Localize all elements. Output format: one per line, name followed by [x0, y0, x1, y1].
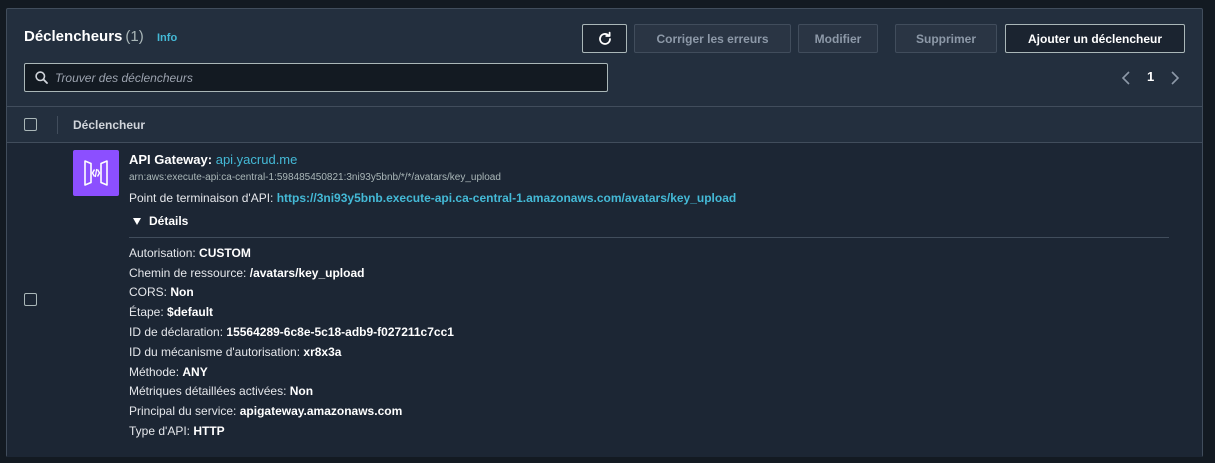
- column-divider: [57, 116, 58, 134]
- detail-label: Type d'API:: [129, 424, 190, 438]
- trigger-title: API Gateway: api.yacrud.me: [129, 152, 297, 167]
- detail-stage: Étape: $default: [129, 305, 213, 319]
- chevron-right-icon: [1171, 71, 1180, 85]
- detail-cors: CORS: Non: [129, 285, 194, 299]
- detail-value: Non: [289, 384, 314, 398]
- endpoint-line: Point de terminaison d'API: https://3ni9…: [129, 191, 736, 205]
- details-label: Détails: [149, 214, 189, 228]
- detail-resource-path: Chemin de ressource: /avatars/key_upload: [129, 266, 364, 280]
- detail-value: Non: [170, 285, 194, 299]
- detail-authorizer-id: ID du mécanisme d'autorisation: xr8x3a: [129, 345, 341, 359]
- details-divider: [129, 237, 1169, 238]
- detail-value: xr8x3a: [303, 345, 342, 359]
- details-toggle[interactable]: Détails: [133, 214, 188, 228]
- edit-button[interactable]: Modifier: [798, 24, 878, 53]
- trigger-arn: arn:aws:execute-api:ca-central-1:5984854…: [129, 172, 501, 183]
- search-box: [24, 63, 608, 92]
- detail-label: ID de déclaration:: [129, 325, 224, 339]
- next-page-button[interactable]: [1170, 69, 1180, 87]
- detail-api-type: Type d'API: HTTP: [129, 424, 225, 438]
- endpoint-url-link[interactable]: https://3ni93y5bnb.execute-api.ca-centra…: [277, 191, 737, 205]
- detail-statement-id: ID de déclaration: 15564289-6c8e-5c18-ad…: [129, 325, 454, 339]
- api-gateway-icon: [73, 150, 119, 196]
- detail-value: HTTP: [193, 424, 225, 438]
- caret-down-icon: [133, 217, 141, 225]
- delete-button[interactable]: Supprimer: [895, 24, 997, 53]
- search-icon: [35, 71, 48, 84]
- previous-page-button[interactable]: [1121, 69, 1131, 87]
- service-name: API Gateway:: [129, 152, 213, 167]
- detail-label: Métriques détaillées activées:: [129, 384, 287, 398]
- detail-detailed-metrics: Métriques détaillées activées: Non: [129, 384, 313, 398]
- detail-label: Principal du service:: [129, 404, 237, 418]
- detail-value: 15564289-6c8e-5c18-adb9-f027211c7cc1: [226, 325, 454, 339]
- endpoint-label: Point de terminaison d'API:: [129, 191, 274, 205]
- detail-label: Étape:: [129, 305, 164, 319]
- column-header-trigger: Déclencheur: [73, 118, 146, 132]
- api-name-link[interactable]: api.yacrud.me: [216, 152, 298, 167]
- refresh-icon: [598, 31, 611, 45]
- info-link[interactable]: Info: [157, 32, 177, 44]
- current-page[interactable]: 1: [1147, 69, 1154, 84]
- detail-value: apigateway.amazonaws.com: [239, 404, 403, 418]
- table-header: [7, 107, 1202, 143]
- detail-label: CORS:: [129, 285, 168, 299]
- panel-title: Déclencheurs (1): [24, 28, 144, 45]
- detail-label: Méthode:: [129, 365, 180, 379]
- trigger-count: (1): [125, 28, 144, 45]
- fix-errors-button[interactable]: Corriger les erreurs: [634, 24, 791, 53]
- detail-value: CUSTOM: [199, 246, 251, 260]
- panel-title-text: Déclencheurs: [24, 28, 123, 45]
- row-select-checkbox[interactable]: [24, 293, 37, 306]
- detail-value: /avatars/key_upload: [249, 266, 365, 280]
- add-trigger-button[interactable]: Ajouter un déclencheur: [1005, 24, 1185, 53]
- search-input[interactable]: [55, 70, 595, 85]
- detail-service-principal: Principal du service: apigateway.amazona…: [129, 404, 402, 418]
- detail-label: Autorisation:: [129, 246, 196, 260]
- page-background: Déclencheurs (1) Info Corriger les erreur…: [0, 0, 1215, 463]
- detail-value: $default: [167, 305, 214, 319]
- select-all-checkbox[interactable]: [24, 118, 37, 131]
- triggers-panel: Déclencheurs (1) Info Corriger les erreur…: [6, 8, 1203, 457]
- detail-method: Méthode: ANY: [129, 365, 208, 379]
- detail-label: ID du mécanisme d'autorisation:: [129, 345, 301, 359]
- detail-authorization: Autorisation: CUSTOM: [129, 246, 251, 260]
- detail-label: Chemin de ressource:: [129, 266, 247, 280]
- chevron-left-icon: [1121, 71, 1130, 85]
- detail-value: ANY: [182, 365, 208, 379]
- refresh-button[interactable]: [582, 24, 627, 53]
